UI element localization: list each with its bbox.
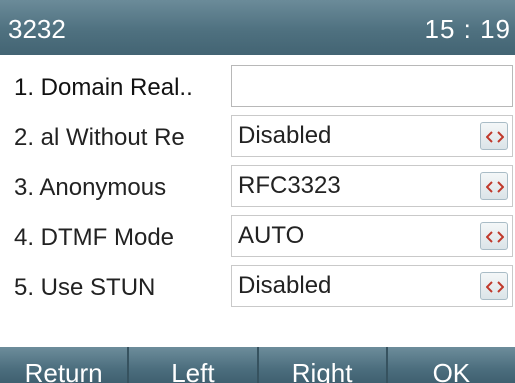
list-item-dtmf-mode[interactable]: 4. DTMF Mode AUTO (14, 212, 514, 262)
ok-softkey[interactable]: OK (388, 347, 515, 383)
dtmf-mode-select[interactable]: AUTO (231, 215, 513, 257)
item-label: 4. DTMF Mode (14, 224, 175, 251)
select-value: AUTO (238, 222, 305, 249)
list-item-use-stun[interactable]: 5. Use STUN Disabled (14, 262, 514, 312)
status-bar: 3232 15 : 19 (0, 0, 515, 55)
select-value: Disabled (238, 122, 332, 149)
item-label: 1. Domain Real.. (14, 74, 193, 101)
select-value: RFC3323 (238, 172, 341, 199)
return-softkey[interactable]: Return (0, 347, 130, 383)
left-right-arrows-icon[interactable] (480, 172, 508, 200)
call-without-register-select[interactable]: Disabled (231, 115, 513, 157)
item-label: 2. al Without Re (14, 124, 185, 151)
select-value: Disabled (238, 272, 332, 299)
clock: 15 : 19 (424, 14, 511, 44)
anonymous-select[interactable]: RFC3323 (231, 165, 513, 207)
item-label: 5. Use STUN (14, 274, 156, 301)
softkey-bar: Return Left Right OK (0, 347, 515, 383)
left-softkey[interactable]: Left (129, 347, 259, 383)
use-stun-select[interactable]: Disabled (231, 265, 513, 307)
account-label: 3232 (8, 14, 66, 44)
list-item-call-without-register[interactable]: 2. al Without Re Disabled (14, 112, 514, 162)
list-item-domain-realm[interactable]: 1. Domain Real.. (14, 62, 514, 112)
domain-realm-input[interactable] (231, 65, 513, 107)
item-label: 3. Anonymous (14, 174, 167, 201)
right-softkey[interactable]: Right (259, 347, 388, 383)
left-right-arrows-icon[interactable] (480, 222, 508, 250)
left-right-arrows-icon[interactable] (480, 122, 508, 150)
list-item-anonymous[interactable]: 3. Anonymous RFC3323 (14, 162, 514, 212)
left-right-arrows-icon[interactable] (480, 272, 508, 300)
